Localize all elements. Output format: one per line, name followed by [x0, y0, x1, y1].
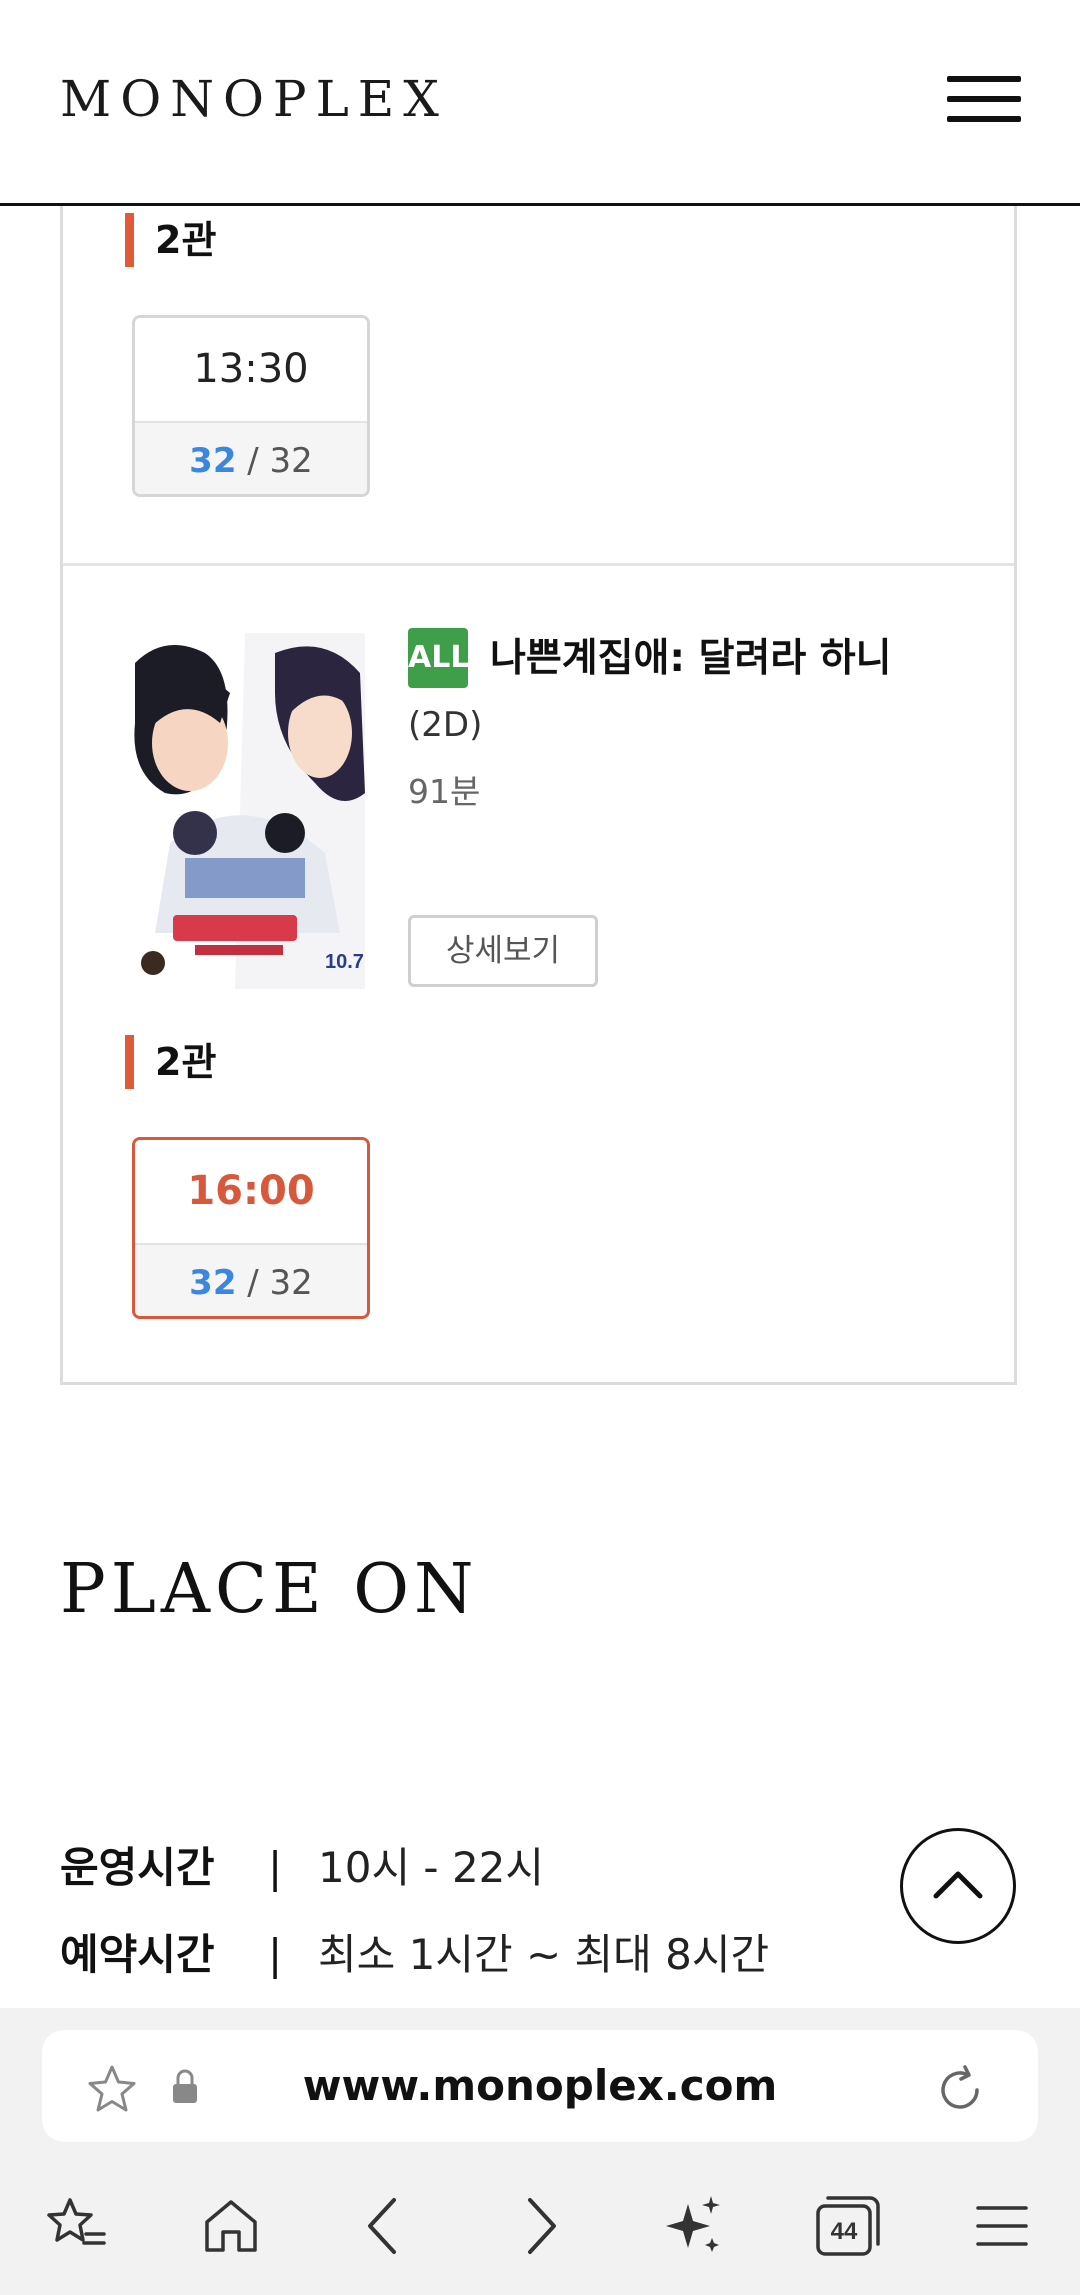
- site-logo[interactable]: MONOPLEX: [60, 70, 448, 128]
- info-row-hours: 운영시간 | 10시 - 22시: [60, 1838, 544, 1898]
- hall-label: 2관: [125, 1035, 216, 1089]
- bookmark-star-icon[interactable]: [84, 2062, 140, 2118]
- seats-available: 32: [189, 441, 237, 481]
- reload-icon[interactable]: [932, 2062, 988, 2118]
- menu-icon[interactable]: [947, 76, 1021, 122]
- hall-label: 2관: [125, 213, 216, 267]
- menu-icon[interactable]: [964, 2188, 1040, 2264]
- chevron-up-icon: [933, 1871, 983, 1899]
- movie-poster[interactable]: 10.7: [125, 633, 365, 989]
- svg-text:10.7: 10.7: [325, 951, 364, 973]
- home-icon[interactable]: [193, 2188, 269, 2264]
- showtime-time: 13:30: [135, 318, 367, 423]
- movie-title[interactable]: 나쁜계집애: 달려라 하니: [490, 627, 892, 683]
- info-label: 예약시간: [60, 1930, 215, 1979]
- address-bar[interactable]: www.monoplex.com: [42, 2030, 1038, 2142]
- info-separator: |: [268, 1843, 283, 1892]
- info-separator: |: [268, 1930, 283, 1979]
- seats-total: / 32: [236, 1263, 313, 1303]
- details-button[interactable]: 상세보기: [408, 915, 598, 987]
- site-header: MONOPLEX: [0, 0, 1080, 206]
- sparkle-icon[interactable]: [656, 2188, 732, 2264]
- info-value: 10시 - 22시: [318, 1843, 545, 1892]
- scroll-to-top-button[interactable]: [900, 1828, 1016, 1944]
- tabs-icon[interactable]: 44: [810, 2188, 886, 2264]
- browser-toolbar: www.monoplex.com 44: [0, 2008, 1080, 2295]
- section-title: PLACE ON: [60, 1550, 479, 1629]
- lock-icon: [173, 2069, 197, 2103]
- seats-total: / 32: [236, 441, 313, 481]
- info-label: 운영시간: [60, 1843, 215, 1892]
- bookmarks-icon[interactable]: [38, 2188, 114, 2264]
- seat-count: 32 / 32: [135, 1245, 367, 1316]
- showtime-slot-1600[interactable]: 16:00 32 / 32: [132, 1137, 370, 1319]
- schedule-list: 2관 13:30 32 / 32 10.7 ALL 나쁜계집애: 달려라 하니 …: [60, 203, 1017, 1385]
- back-icon[interactable]: [346, 2188, 422, 2264]
- rating-badge: ALL: [408, 628, 469, 688]
- info-value: 최소 1시간 ~ 최대 8시간: [318, 1930, 770, 1979]
- forward-icon[interactable]: [502, 2188, 578, 2264]
- tab-count: 44: [831, 2218, 858, 2245]
- movie-format: (2D): [408, 705, 483, 745]
- seat-count: 32 / 32: [135, 423, 367, 494]
- seats-available: 32: [189, 1263, 237, 1303]
- movie-runtime: 91분: [408, 772, 481, 811]
- showtime-slot-1330[interactable]: 13:30 32 / 32: [132, 315, 370, 497]
- info-row-reservation: 예약시간 | 최소 1시간 ~ 최대 8시간: [60, 1925, 769, 1985]
- showtime-time: 16:00: [135, 1140, 367, 1245]
- divider: [63, 563, 1014, 566]
